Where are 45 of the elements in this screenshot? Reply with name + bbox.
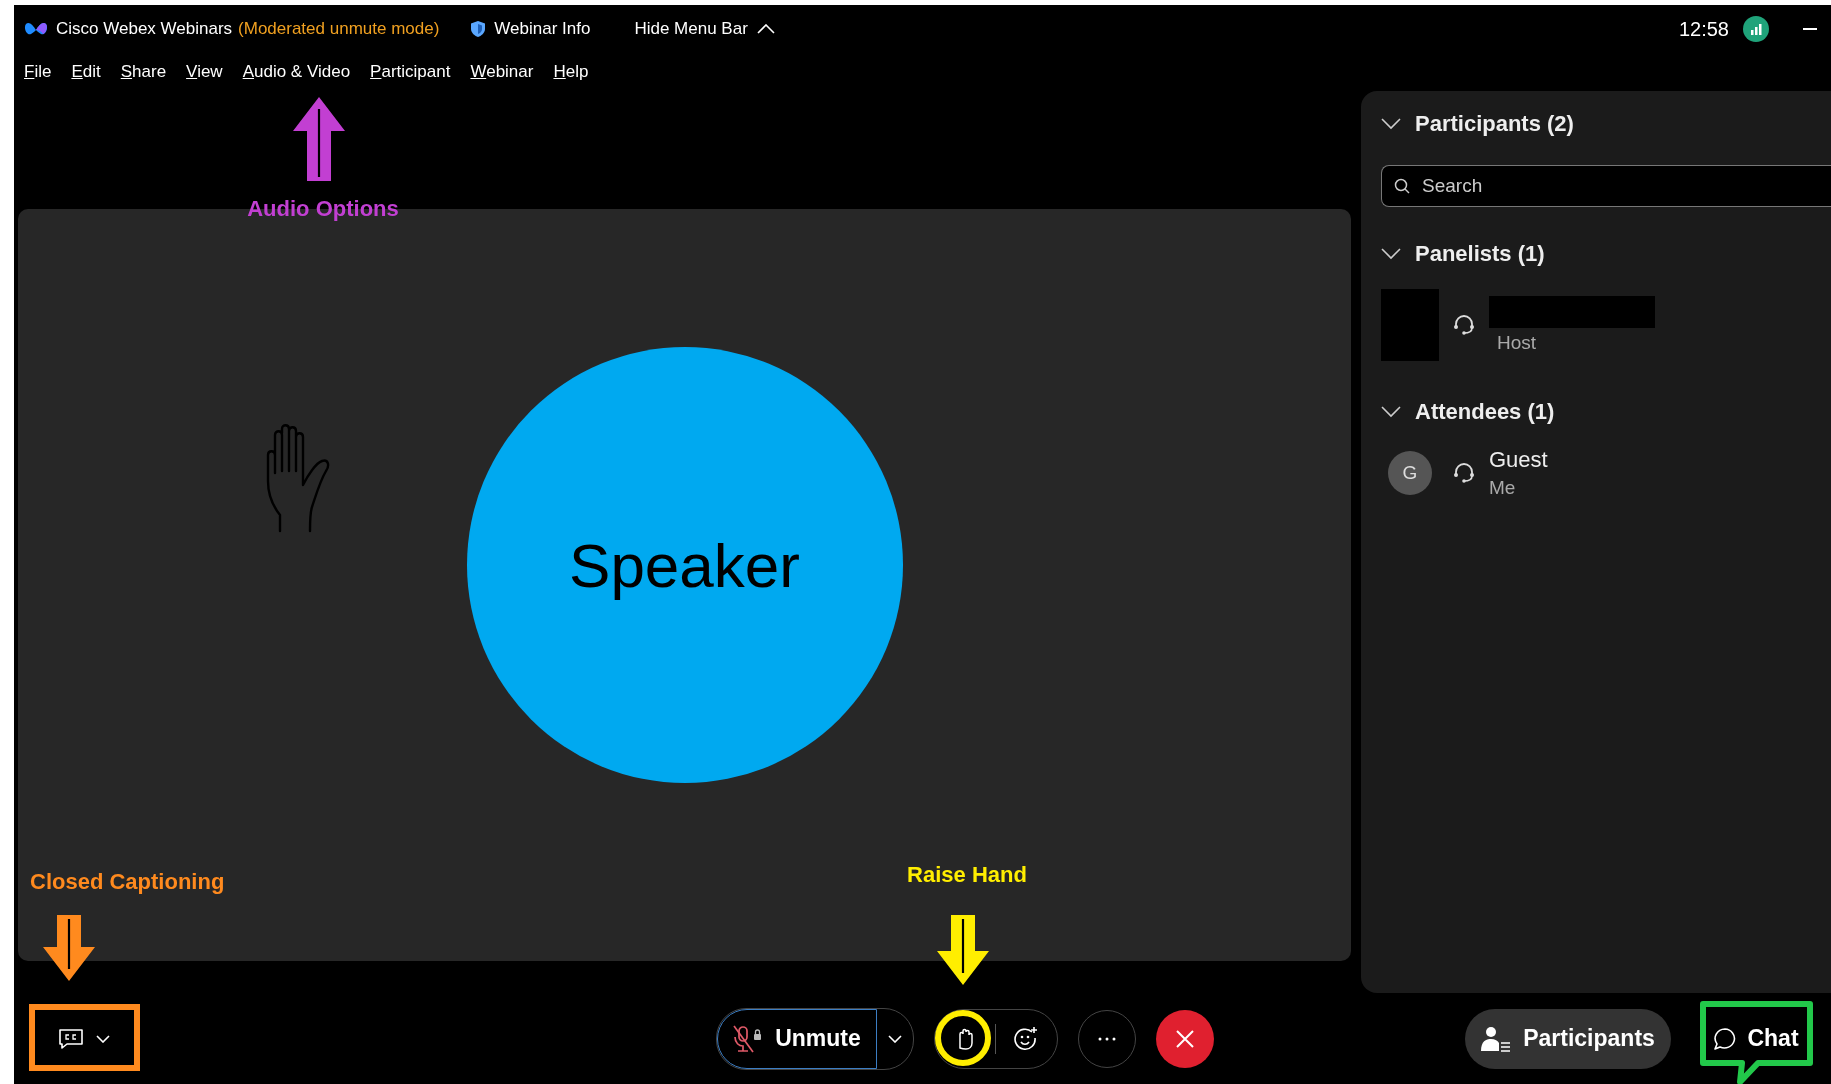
headset-icon — [1453, 314, 1475, 336]
group-header[interactable]: Panelists (1) — [1381, 241, 1831, 267]
menu-item[interactable]: File — [24, 62, 52, 82]
more-icon — [1098, 1036, 1116, 1041]
annotation-label: Audio Options — [247, 196, 399, 222]
member-role: Me — [1489, 477, 1517, 499]
signal-bars-icon[interactable] — [1743, 16, 1769, 42]
caret-icon — [888, 1034, 902, 1043]
menu-item[interactable]: Participant — [370, 62, 451, 82]
annotation-arrow — [43, 915, 95, 981]
avatar: G — [1388, 451, 1432, 495]
smiley-plus-icon — [1013, 1025, 1039, 1052]
annotation-label: Closed Captioning — [30, 869, 225, 895]
captions-icon — [58, 1027, 84, 1050]
annotation-arrow — [937, 915, 989, 985]
hide-menu-bar-button[interactable]: Hide Menu Bar — [634, 19, 775, 39]
people-list-icon — [1481, 1025, 1512, 1052]
clock-time: 12:58 — [1678, 17, 1729, 41]
app-title: Cisco Webex Webinars — [56, 19, 233, 39]
mode-label: (Moderated unmute mode) — [238, 19, 440, 39]
hand-icon — [957, 1027, 973, 1050]
close-icon — [1175, 1028, 1195, 1049]
chat-bubble-icon — [1713, 1026, 1738, 1051]
menu-item[interactable]: Edit — [71, 62, 101, 82]
headset-icon — [1453, 462, 1475, 484]
participants-header[interactable]: Participants (2) — [1381, 111, 1831, 137]
highlight-ring — [935, 1010, 991, 1066]
speaker-avatar: Speaker — [466, 347, 903, 783]
menu-item[interactable]: View — [186, 62, 223, 82]
menu-item[interactable]: Help — [553, 62, 589, 82]
shield-icon — [471, 21, 486, 37]
menu-item[interactable]: Audio & Video — [242, 62, 351, 82]
menu-item[interactable]: Share — [120, 62, 167, 82]
webinar-info-button[interactable]: Webinar Info — [471, 19, 591, 39]
chevron-up-icon — [756, 24, 775, 34]
member-name: Guest — [1489, 447, 1548, 473]
group-header[interactable]: Attendees (1) — [1381, 399, 1831, 425]
annotation-label: Raise Hand — [907, 862, 1027, 888]
caret-icon — [96, 1034, 110, 1043]
search-field[interactable]: Search — [1381, 165, 1831, 207]
leave-button[interactable] — [1156, 1009, 1214, 1068]
participants-button[interactable]: Participants — [1465, 1008, 1671, 1069]
menu-item[interactable]: Webinar — [470, 62, 534, 82]
webex-logo-icon — [24, 21, 48, 37]
member-role: Host — [1497, 332, 1538, 354]
